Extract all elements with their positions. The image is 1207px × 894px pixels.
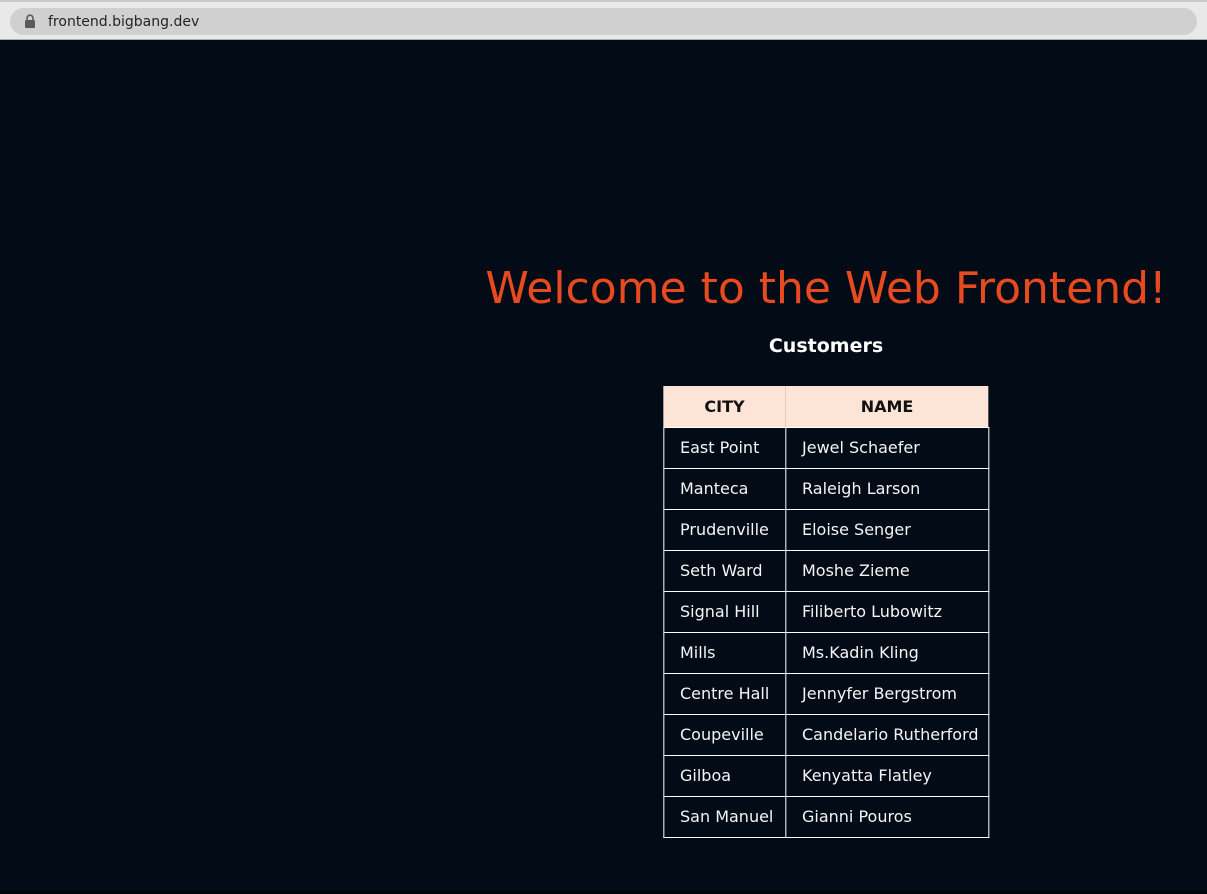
city-cell: Coupeville xyxy=(664,714,786,755)
column-header-city: CITY xyxy=(664,386,786,427)
name-cell: Jewel Schaefer xyxy=(786,427,989,468)
table-row: East Point Jewel Schaefer xyxy=(664,427,989,468)
name-cell: Filiberto Lubowitz xyxy=(786,591,989,632)
customers-table: CITY NAME East Point Jewel Schaefer Mant… xyxy=(663,386,989,838)
page-title: Welcome to the Web Frontend! xyxy=(485,263,1166,314)
address-bar[interactable]: frontend.bigbang.dev xyxy=(10,8,1197,35)
name-cell: Eloise Senger xyxy=(786,509,989,550)
name-cell: Jennyfer Bergstrom xyxy=(786,673,989,714)
table-row: Seth Ward Moshe Zieme xyxy=(664,550,989,591)
lock-icon[interactable] xyxy=(24,14,36,29)
table-row: San Manuel Gianni Pouros xyxy=(664,796,989,837)
city-cell: San Manuel xyxy=(664,796,786,837)
name-cell: Ms.Kadin Kling xyxy=(786,632,989,673)
table-row: Prudenville Eloise Senger xyxy=(664,509,989,550)
city-cell: Prudenville xyxy=(664,509,786,550)
name-cell: Gianni Pouros xyxy=(786,796,989,837)
customers-heading: Customers xyxy=(485,335,1166,357)
city-cell: Seth Ward xyxy=(664,550,786,591)
url-text: frontend.bigbang.dev xyxy=(48,14,199,30)
column-header-name: NAME xyxy=(786,386,989,427)
city-cell: Mills xyxy=(664,632,786,673)
name-cell: Candelario Rutherford xyxy=(786,714,989,755)
city-cell: Signal Hill xyxy=(664,591,786,632)
name-cell: Raleigh Larson xyxy=(786,468,989,509)
name-cell: Kenyatta Flatley xyxy=(786,755,989,796)
table-row: Centre Hall Jennyfer Bergstrom xyxy=(664,673,989,714)
browser-chrome: frontend.bigbang.dev xyxy=(0,0,1207,40)
city-cell: Centre Hall xyxy=(664,673,786,714)
city-cell: Manteca xyxy=(664,468,786,509)
city-cell: Gilboa xyxy=(664,755,786,796)
table-row: Manteca Raleigh Larson xyxy=(664,468,989,509)
city-cell: East Point xyxy=(664,427,786,468)
table-row: Mills Ms.Kadin Kling xyxy=(664,632,989,673)
web-page: Welcome to the Web Frontend! Customers C… xyxy=(0,43,1207,894)
table-row: Gilboa Kenyatta Flatley xyxy=(664,755,989,796)
table-row: Signal Hill Filiberto Lubowitz xyxy=(664,591,989,632)
name-cell: Moshe Zieme xyxy=(786,550,989,591)
table-header-row: CITY NAME xyxy=(664,386,989,427)
content-wrapper: Welcome to the Web Frontend! Customers C… xyxy=(485,263,1166,838)
table-row: Coupeville Candelario Rutherford xyxy=(664,714,989,755)
